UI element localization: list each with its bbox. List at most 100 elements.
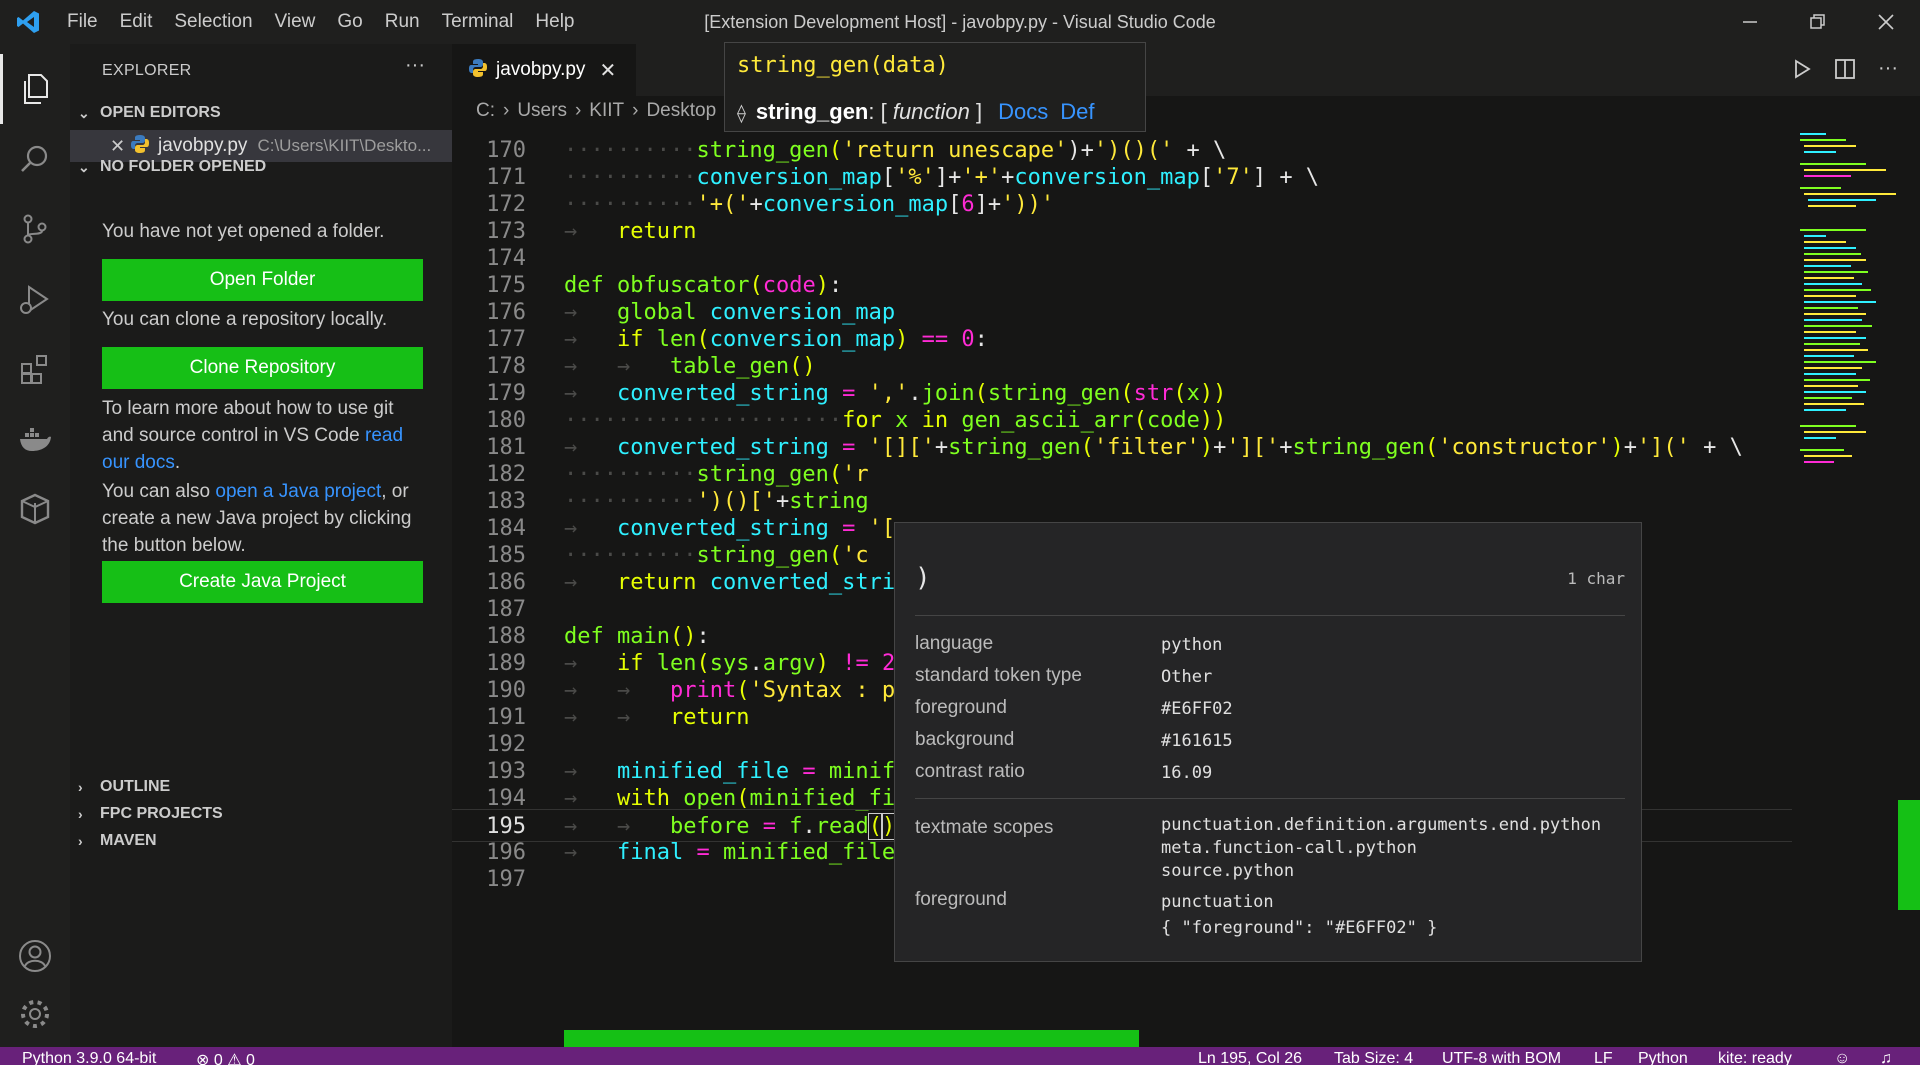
vertical-scrollbar[interactable] bbox=[1898, 800, 1920, 910]
breadcrumb-kiit[interactable]: KIIT bbox=[589, 100, 624, 122]
run-debug-icon[interactable] bbox=[0, 264, 70, 334]
divider bbox=[915, 798, 1625, 799]
breadcrumb-drive[interactable]: C: bbox=[476, 100, 495, 122]
problems-count[interactable]: ⊗ 0 ⚠ 0 bbox=[196, 1050, 255, 1065]
token-prop-value: #161615 bbox=[1161, 731, 1233, 751]
java-text-pre: You can also bbox=[102, 481, 216, 502]
menu-edit[interactable]: Edit bbox=[109, 0, 164, 44]
chevron-down-icon: ⌄ bbox=[78, 104, 90, 121]
token-prop-value: 16.09 bbox=[1161, 763, 1213, 783]
outline-label: OUTLINE bbox=[100, 778, 171, 795]
tab-size[interactable]: Tab Size: 4 bbox=[1334, 1050, 1413, 1065]
clone-message: You can clone a repository locally. bbox=[102, 309, 388, 330]
foreground-rule: punctuation { "foreground": "#E6FF02" } bbox=[1161, 892, 1438, 938]
python-file-icon bbox=[468, 58, 488, 83]
explorer-sidebar: EXPLORER ··· ⌄ OPEN EDITORS ✕ javobpy.py… bbox=[70, 44, 452, 1047]
java-message: You can also open a Java project, or cre… bbox=[102, 478, 422, 559]
fpc-projects-section[interactable]: › FPC PROJECTS bbox=[78, 805, 223, 823]
chevron-right-icon: › bbox=[574, 100, 582, 121]
def-link[interactable]: Def bbox=[1060, 99, 1094, 124]
minimap[interactable] bbox=[1796, 130, 1906, 550]
more-actions-icon[interactable]: ··· bbox=[1878, 58, 1898, 85]
source-control-icon[interactable] bbox=[0, 194, 70, 264]
vscode-logo-icon bbox=[0, 0, 56, 44]
token-prop-key: standard token type bbox=[915, 665, 1082, 686]
settings-gear-icon[interactable] bbox=[0, 979, 70, 1049]
remote-explorer-icon[interactable] bbox=[0, 474, 70, 544]
restore-button[interactable] bbox=[1784, 0, 1852, 44]
more-actions-icon[interactable]: ··· bbox=[405, 54, 425, 77]
open-editor-filename: javobpy.py bbox=[158, 135, 248, 156]
signature-bracket: ] bbox=[969, 99, 983, 124]
clone-repository-button[interactable]: Clone Repository bbox=[102, 347, 423, 389]
signature-detail: ⟠ string_gen: [ function ] Docs Def bbox=[737, 99, 1095, 125]
status-bar: Python 3.9.0 64-bit ⊗ 0 ⚠ 0 Ln 195, Col … bbox=[0, 1047, 1920, 1065]
tab-label: javobpy.py bbox=[496, 59, 586, 80]
menu-view[interactable]: View bbox=[264, 0, 327, 44]
minimize-button[interactable] bbox=[1716, 0, 1784, 44]
close-editor-icon[interactable]: ✕ bbox=[110, 136, 130, 157]
token-prop-key: language bbox=[915, 633, 994, 654]
chevron-right-icon: › bbox=[632, 100, 639, 121]
inspect-token-widget: ) 1 char language python standard token … bbox=[894, 522, 1642, 962]
end-of-line[interactable]: LF bbox=[1594, 1050, 1613, 1065]
signature-text: string_gen(data) bbox=[737, 53, 949, 78]
scopes-value: punctuation.definition.arguments.end.pyt… bbox=[1161, 815, 1602, 881]
menu-file[interactable]: File bbox=[56, 0, 109, 44]
explorer-icon[interactable] bbox=[0, 54, 70, 124]
notifications-bell-icon[interactable]: ♫ bbox=[1880, 1050, 1892, 1065]
git-docs-text: To learn more about how to use git and s… bbox=[102, 398, 394, 446]
signature-help-widget: string_gen(data) ⟠ string_gen: [ function… bbox=[724, 42, 1146, 132]
chevron-right-icon: › bbox=[503, 100, 510, 121]
menu-go[interactable]: Go bbox=[326, 0, 373, 44]
line-number: 197 bbox=[486, 867, 526, 892]
feedback-icon[interactable]: ☺ bbox=[1834, 1050, 1850, 1065]
chevron-down-icon: ⌄ bbox=[78, 158, 90, 175]
token-prop-key: contrast ratio bbox=[915, 761, 1025, 782]
symbol-icon: ⟠ bbox=[737, 103, 746, 123]
git-docs-message: To learn more about how to use git and s… bbox=[102, 395, 422, 476]
divider bbox=[915, 615, 1625, 616]
menu-run[interactable]: Run bbox=[374, 0, 431, 44]
split-editor-icon[interactable] bbox=[1834, 58, 1856, 85]
menu-help[interactable]: Help bbox=[524, 0, 585, 44]
maven-section[interactable]: › MAVEN bbox=[78, 832, 157, 850]
token-prop-key: foreground bbox=[915, 697, 1007, 718]
token-prop-key: background bbox=[915, 729, 1015, 750]
title-bar: File Edit Selection View Go Run Terminal… bbox=[0, 0, 1920, 44]
file-encoding[interactable]: UTF-8 with BOM bbox=[1442, 1050, 1561, 1065]
no-folder-section[interactable]: ⌄ NO FOLDER OPENED bbox=[78, 158, 266, 176]
menu-terminal[interactable]: Terminal bbox=[431, 0, 525, 44]
tab-javobpy[interactable]: javobpy.py ✕ bbox=[452, 44, 636, 96]
open-java-project-link[interactable]: open a Java project bbox=[215, 481, 381, 502]
close-tab-icon[interactable]: ✕ bbox=[599, 58, 616, 83]
python-file-icon bbox=[130, 134, 150, 159]
extensions-icon[interactable] bbox=[0, 334, 70, 404]
run-file-icon[interactable] bbox=[1792, 58, 1812, 85]
close-window-button[interactable] bbox=[1852, 0, 1920, 44]
language-mode[interactable]: Python bbox=[1638, 1050, 1688, 1065]
menu-selection[interactable]: Selection bbox=[163, 0, 263, 44]
no-folder-message: You have not yet opened a folder. bbox=[102, 221, 385, 242]
activity-bar bbox=[0, 44, 70, 1047]
breadcrumb-users[interactable]: Users bbox=[517, 100, 567, 122]
maven-label: MAVEN bbox=[100, 832, 157, 849]
chevron-right-icon: › bbox=[78, 833, 83, 849]
docker-icon[interactable] bbox=[0, 404, 70, 474]
open-folder-button[interactable]: Open Folder bbox=[102, 259, 423, 301]
kite-status[interactable]: kite: ready bbox=[1718, 1050, 1792, 1065]
search-icon[interactable] bbox=[0, 124, 70, 194]
horizontal-scrollbar[interactable] bbox=[564, 1030, 1139, 1047]
no-folder-label: NO FOLDER OPENED bbox=[100, 158, 267, 175]
editor-actions: ··· bbox=[1792, 58, 1898, 85]
create-java-project-button[interactable]: Create Java Project bbox=[102, 561, 423, 603]
docs-link[interactable]: Docs bbox=[998, 99, 1048, 124]
open-editors-section[interactable]: ⌄ OPEN EDITORS bbox=[78, 104, 221, 122]
inspected-char: ) bbox=[915, 563, 931, 593]
cursor-position[interactable]: Ln 195, Col 26 bbox=[1198, 1050, 1302, 1065]
git-docs-period: . bbox=[174, 452, 181, 473]
editor-tab-bar: javobpy.py ✕ ··· bbox=[452, 44, 1920, 96]
python-interpreter[interactable]: Python 3.9.0 64-bit bbox=[22, 1050, 156, 1065]
outline-section[interactable]: › OUTLINE bbox=[78, 778, 170, 796]
breadcrumb-desktop[interactable]: Desktop bbox=[646, 100, 716, 122]
